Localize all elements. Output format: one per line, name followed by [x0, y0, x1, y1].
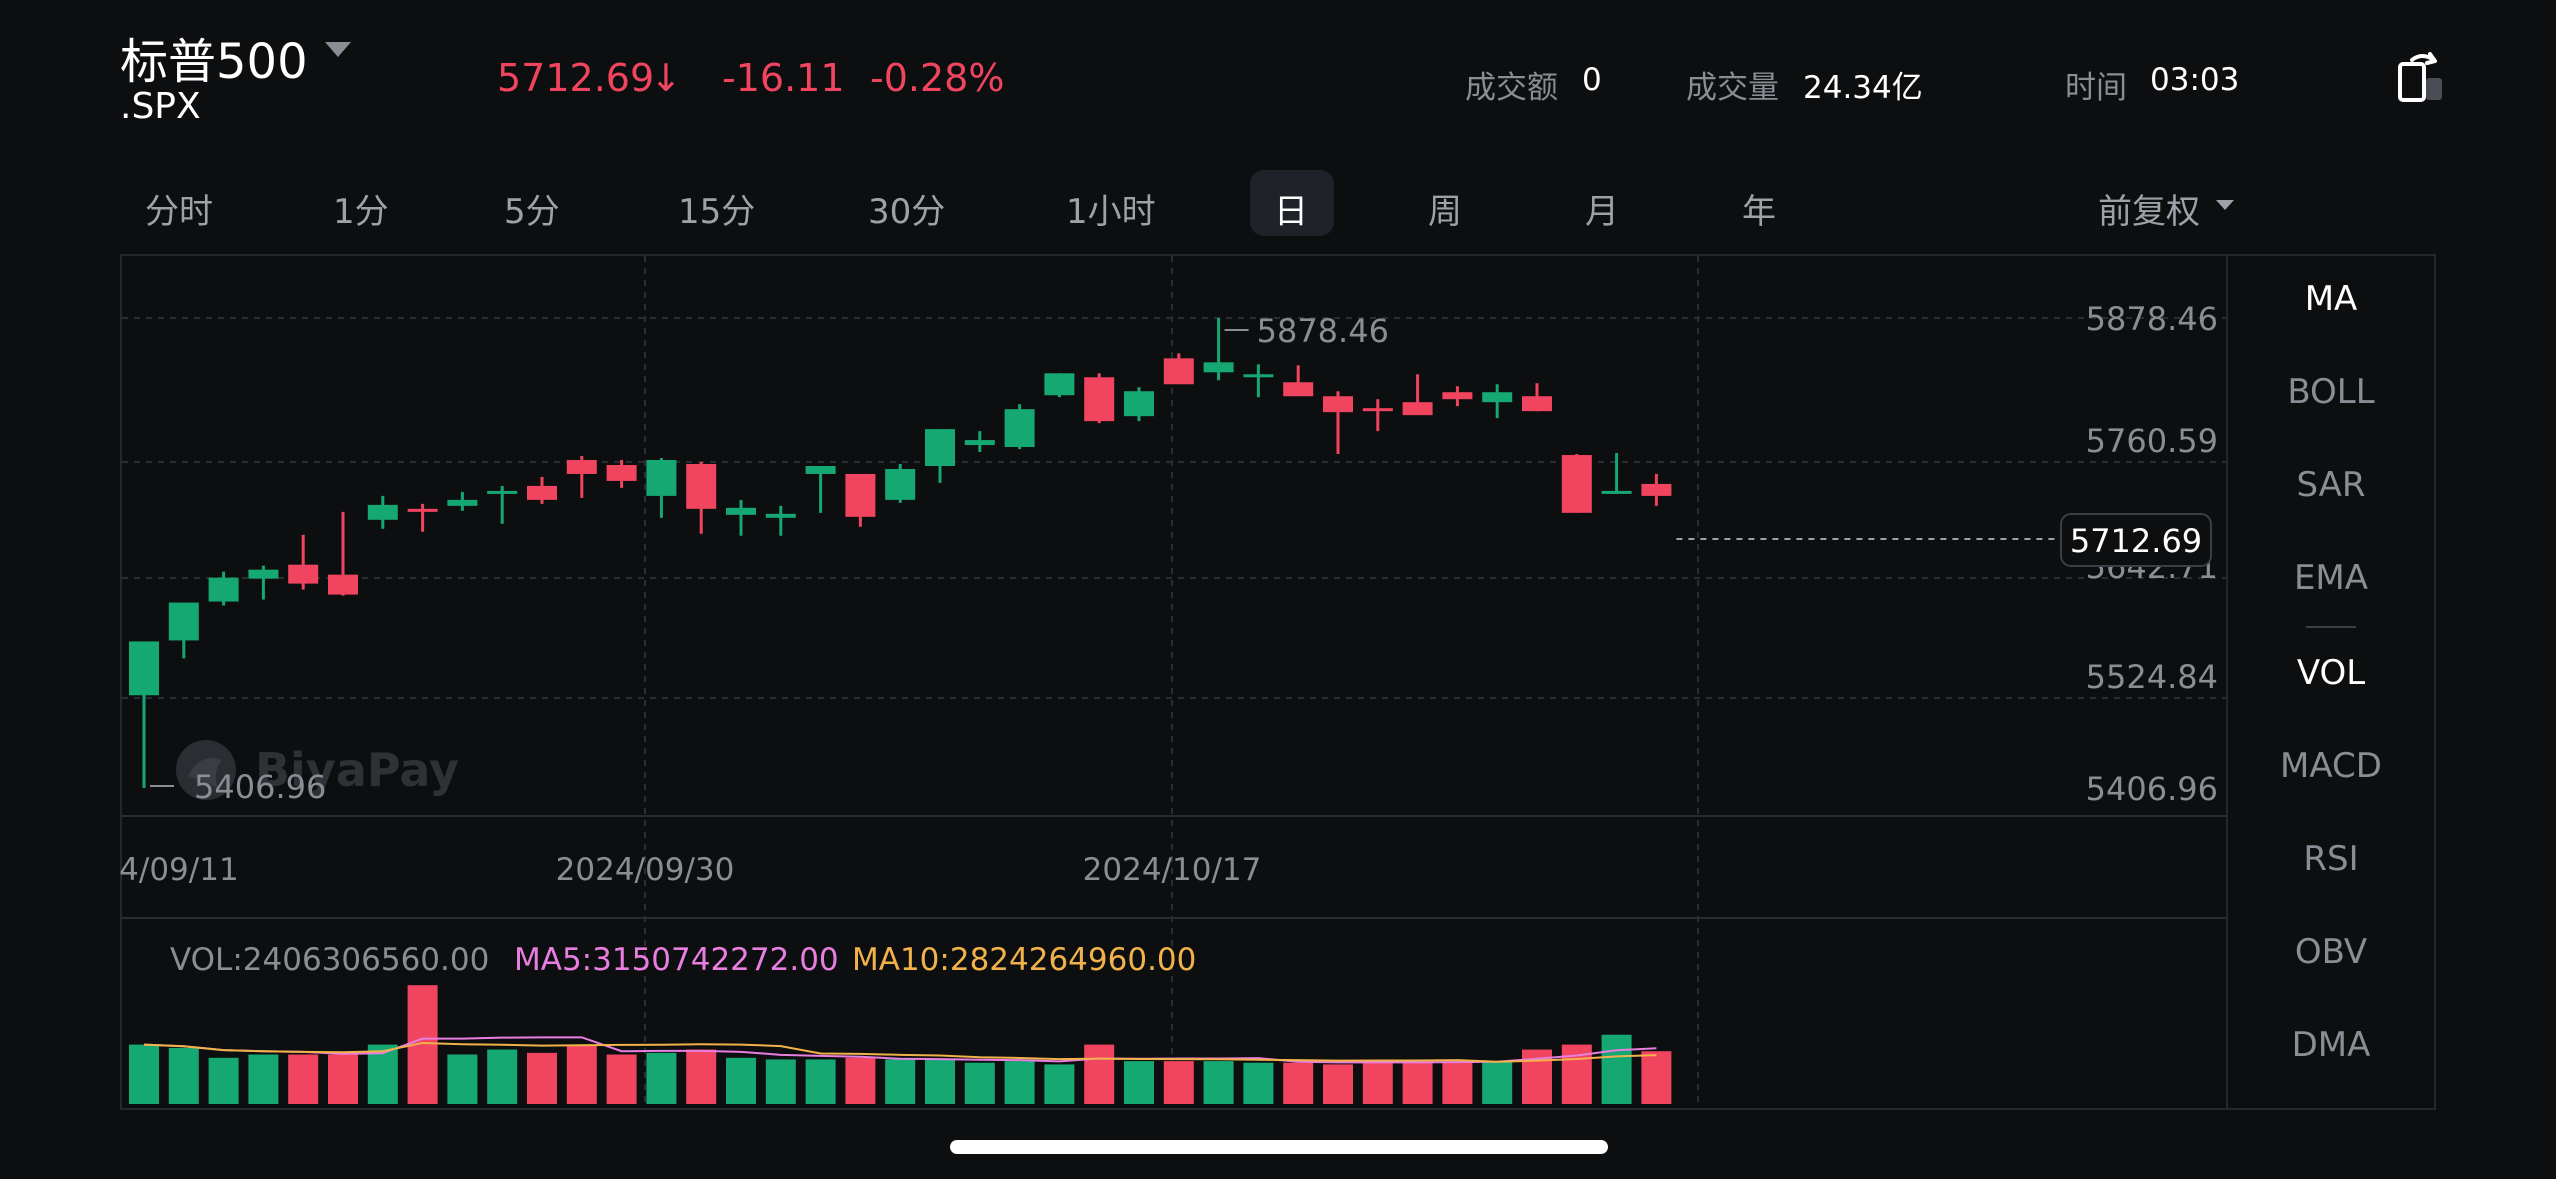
candle-body: [566, 460, 597, 474]
indicator-sar[interactable]: SAR: [2228, 465, 2434, 505]
volume-bar: [1163, 1061, 1194, 1104]
candle-body: [1124, 391, 1154, 417]
indicator-obv[interactable]: OBV: [2228, 932, 2434, 972]
candle-body: [726, 507, 756, 515]
volume-bar: [1641, 1051, 1672, 1104]
candle-body: [1641, 483, 1672, 496]
indicator-rsi[interactable]: RSI: [2228, 839, 2434, 879]
volume-bar: [1084, 1044, 1115, 1104]
candle-body: [686, 463, 717, 509]
candle-body: [328, 574, 358, 595]
indicator-ma[interactable]: MA: [2228, 279, 2434, 319]
candle-body: [925, 429, 955, 466]
volume-bar: [686, 1049, 717, 1104]
candle-body: [487, 490, 518, 494]
candle-body: [1243, 374, 1274, 378]
candle-body: [765, 513, 796, 518]
volume-bar: [925, 1059, 955, 1104]
candle-body: [1482, 392, 1513, 403]
volume-bar: [646, 1052, 677, 1104]
volume-bar: [765, 1059, 796, 1104]
indicator-dma[interactable]: DMA: [2228, 1025, 2434, 1065]
candle-body: [606, 464, 637, 481]
vol-label: VOL:2406306560.00: [170, 942, 489, 978]
volume-bar: [845, 1057, 876, 1104]
volume-bar: [487, 1049, 518, 1104]
candle-body: [248, 569, 279, 579]
indicator-ema[interactable]: EMA: [2228, 558, 2434, 598]
volume-bar: [248, 1054, 279, 1104]
candle-body: [1004, 409, 1035, 448]
candle-body: [1163, 358, 1194, 385]
candle-body: [1561, 455, 1592, 513]
volume-bar: [129, 1044, 159, 1104]
indicator-vol[interactable]: VOL: [2228, 653, 2434, 693]
volume-bar: [1323, 1064, 1353, 1104]
candle-body: [1323, 396, 1353, 413]
volume-bar: [805, 1059, 836, 1104]
indicator-macd[interactable]: MACD: [2228, 746, 2434, 786]
x-tick-label: 2024/10/17: [1083, 852, 1262, 888]
volume-bar: [168, 1047, 199, 1104]
candle-body: [208, 577, 239, 602]
x-tick-label: 2024/09/30: [556, 852, 735, 888]
volume-bar: [288, 1054, 319, 1104]
y-tick-label: 5878.46: [2086, 300, 2218, 338]
indicator-boll[interactable]: BOLL: [2228, 372, 2434, 412]
candle-body: [1044, 373, 1075, 396]
candle-body: [447, 499, 478, 506]
candle-body: [1601, 490, 1632, 494]
home-indicator[interactable]: [950, 1140, 1608, 1154]
vol-ma10-label: MA10:2824264960.00: [852, 942, 1196, 978]
candle-body: [964, 440, 995, 446]
last-price-badge-text: 5712.69: [2070, 522, 2202, 560]
volume-bar: [447, 1054, 478, 1104]
candle-body: [1203, 362, 1234, 373]
volume-bar: [964, 1062, 995, 1104]
volume-bar: [1124, 1061, 1154, 1104]
volume-bar: [1402, 1061, 1433, 1104]
candle-body: [1442, 392, 1473, 400]
volume-bar: [566, 1044, 597, 1104]
candle-body: [1084, 377, 1115, 422]
volume-bar: [885, 1059, 916, 1104]
candle-body: [1283, 382, 1314, 397]
candle-body: [407, 508, 438, 512]
candle-body: [527, 485, 557, 500]
high-marker-label: 5878.46: [1257, 312, 1389, 350]
candle-body: [1362, 408, 1393, 412]
candle-body: [885, 468, 916, 500]
vol-ma5-label: MA5:3150742272.00: [514, 942, 839, 978]
volume-bar: [527, 1052, 557, 1104]
volume-bar: [1203, 1061, 1234, 1104]
volume-bar: [328, 1054, 358, 1104]
volume-bar: [1004, 1061, 1035, 1104]
volume-bar: [1243, 1062, 1274, 1104]
kline-chart[interactable]: BiyaPay 5878.465760.595642.715524.845406…: [0, 0, 2556, 1179]
candle-body: [288, 564, 319, 584]
candle-body: [367, 504, 398, 520]
volume-bar: [1362, 1061, 1393, 1104]
candle-body: [845, 473, 876, 517]
volume-bar: [1442, 1061, 1473, 1104]
y-tick-label: 5760.59: [2086, 422, 2218, 460]
volume-bar: [1601, 1034, 1632, 1104]
volume-bar: [726, 1057, 756, 1104]
volume-bar: [1283, 1062, 1314, 1104]
indicator-separator: [2306, 626, 2356, 628]
candle-body: [129, 641, 159, 696]
candle-body: [168, 602, 199, 641]
volume-bar: [1044, 1064, 1075, 1104]
low-marker-label: 5406.96: [194, 768, 326, 806]
y-tick-label: 5524.84: [2086, 658, 2218, 696]
candle-body: [646, 460, 677, 496]
candle-body: [1522, 396, 1552, 412]
candle-body: [1402, 402, 1433, 416]
y-tick-label: 5406.96: [2086, 770, 2218, 808]
candle-body: [805, 465, 836, 474]
volume-bar: [1482, 1061, 1513, 1104]
volume-bar: [606, 1054, 637, 1104]
volume-bar: [208, 1057, 239, 1104]
x-tick-label: 2024/09/11: [60, 852, 239, 888]
